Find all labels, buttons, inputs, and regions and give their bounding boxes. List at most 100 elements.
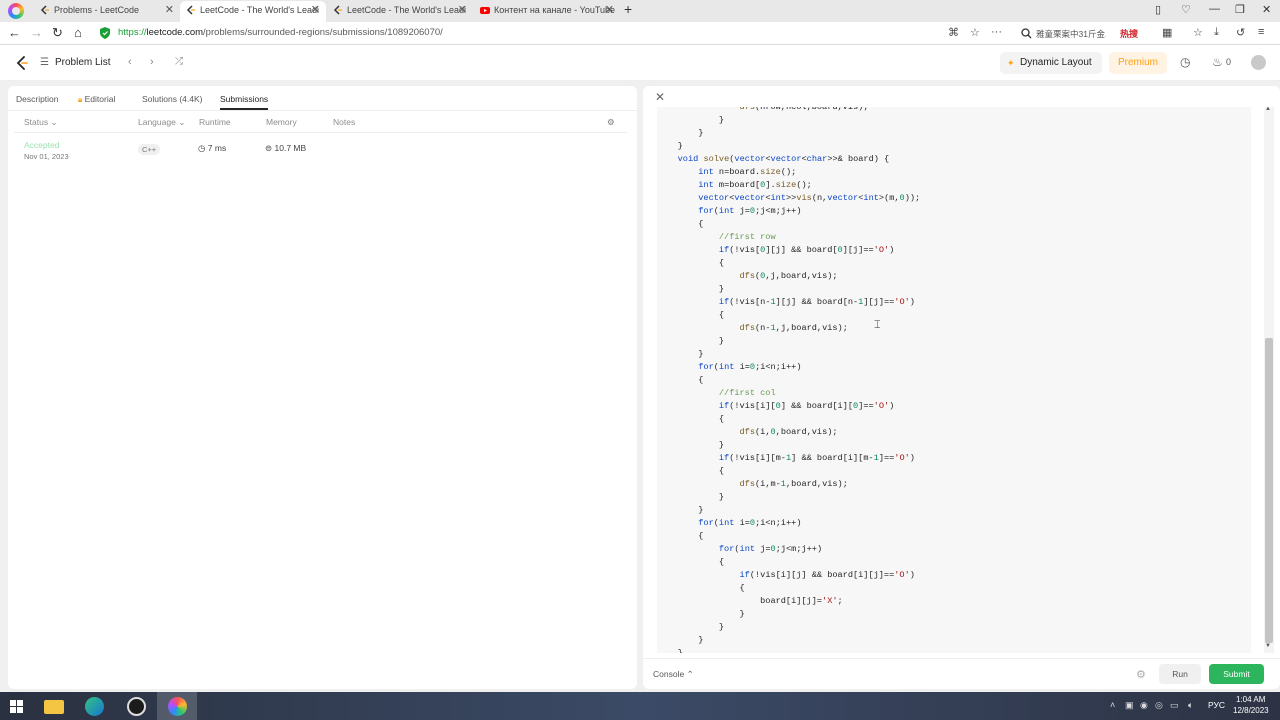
browser-tab-strip: Problems - LeetCode ✕ LeetCode - The Wor… [0,0,1280,22]
problem-list-button[interactable]: ☰ Problem List [40,57,111,68]
close-window-button[interactable]: ✕ [1262,3,1271,16]
lock-icon: 🔒︎ [78,95,83,104]
taskbar: ˄ ▣ ◉ ◎ ▭ 🔈︎ РУС 1:04 AM 12/8/2023 [0,692,1280,720]
clock-icon: ◷ [198,143,206,153]
chevron-down-icon: ⌄ [178,117,186,127]
close-tab-icon[interactable]: ✕ [605,1,614,20]
volume-icon[interactable]: 🔈︎ [1188,700,1193,711]
back-icon[interactable]: ← [8,25,21,40]
panel-splitter[interactable] [638,86,642,689]
close-icon[interactable]: ✕ [655,90,665,104]
browser-tab-leetcode[interactable]: LeetCode - The World's Leadi ✕ [327,1,473,22]
undo-icon[interactable]: ↺ [1236,26,1245,39]
dynamic-layout-button[interactable]: ✦ Dynamic Layout [1000,52,1102,74]
clock-date[interactable]: 12/8/2023 [1233,706,1269,715]
restore-button[interactable]: ❐ [1235,3,1245,16]
menu-icon[interactable]: ≡ [1258,26,1264,38]
shuffle-icon[interactable]: ⤮ [175,56,183,67]
leetcode-favicon-icon [40,5,49,15]
tab-title: Problems - LeetCode [54,5,140,15]
more-icon[interactable]: ··· [991,26,1002,38]
tab-description[interactable]: Description [16,94,59,104]
language-column-header[interactable]: Language ⌄ [138,117,185,128]
file-explorer-icon[interactable] [34,692,74,720]
close-tab-icon[interactable]: ✕ [458,1,467,20]
close-tab-icon[interactable]: ✕ [311,1,320,20]
tray-browser-icon[interactable]: ◎ [1155,700,1163,711]
memory-column-header: Memory [266,117,297,127]
address-bar: ← → ↻ ⌂ https://leetcode.com/problems/su… [0,22,1280,45]
leetcode-header: ☰ Problem List ‹ › ⤮ ✦ Dynamic Layout Pre… [0,45,1280,81]
browser-logo-icon[interactable] [8,3,24,19]
tshirt-icon[interactable]: ♡ [1181,3,1191,16]
tab-submissions[interactable]: Submissions [220,94,268,104]
tab-title: LeetCode - The World's Leadi [347,5,466,15]
sidebar-icon[interactable]: ▯ [1155,3,1161,16]
language-badge: C++ [138,144,161,155]
forward-icon[interactable]: → [30,25,43,40]
translate-icon[interactable]: ⌘ [948,26,959,39]
status-badge[interactable]: Accepted [24,140,59,150]
prev-problem-icon[interactable]: ‹ [128,56,132,68]
url-field[interactable]: https://leetcode.com/problems/surrounded… [118,27,443,38]
star-icon[interactable]: ☆ [970,26,980,39]
submissions-panel: Description 🔒︎ Editorial Solutions (4.4K… [8,86,637,689]
obs-icon[interactable] [116,692,156,720]
chip-icon: ⊜ [265,143,273,153]
clock-time[interactable]: 1:04 AM [1236,695,1265,704]
close-tab-icon[interactable]: ✕ [165,1,174,20]
runtime-value: ◷ 7 ms [198,143,227,153]
tray-chevron-icon[interactable]: ˄ [1110,700,1115,710]
new-tab-button[interactable]: + [624,1,632,17]
leetcode-logo-icon[interactable] [16,56,28,70]
download-icon[interactable]: ⤓ [1214,26,1219,39]
console-button[interactable]: Console ⌃ [653,669,694,680]
shield-icon[interactable] [100,27,110,39]
fire-icon[interactable]: ♨ [1212,55,1223,69]
table-row[interactable]: Accepted Nov 01, 2023 C++ ◷ 7 ms ⊜ 10.7 … [8,133,637,167]
code-editor[interactable]: dfs(nrow,ncol,board,vis); } } } void sol… [657,107,1251,653]
gear-icon[interactable]: ⚙ [1136,668,1146,681]
status-column-header[interactable]: Status ⌄ [24,117,58,128]
network-icon[interactable]: ▭ [1170,700,1179,711]
browser-taskbar-icon[interactable] [157,692,197,720]
tab-title: Контент на канале - YouTube [494,5,616,15]
browser-tab-youtube[interactable]: Контент на канале - YouTube ✕ [474,1,620,22]
search-suggestion[interactable]: 雅童栗案中31斤金... [1036,28,1106,40]
apps-grid-icon[interactable]: ▦ [1162,26,1172,39]
code-content: dfs(nrow,ncol,board,vis); } } } void sol… [677,107,921,653]
language-indicator[interactable]: РУС [1208,700,1225,710]
premium-button[interactable]: Premium [1109,52,1168,74]
minimize-button[interactable]: — [1209,3,1220,15]
code-panel: ✕ dfs(nrow,ncol,board,vis); } } } void s… [643,86,1280,689]
scroll-up-icon[interactable]: ▲ [1265,106,1271,112]
tray-obs-icon[interactable]: ◉ [1140,700,1148,711]
notes-column-header: Notes [333,117,356,127]
scrollbar-thumb[interactable] [1265,338,1273,643]
run-button[interactable]: Run [1159,664,1201,684]
youtube-favicon-icon [480,7,490,14]
search-icon[interactable] [1021,28,1032,39]
scroll-down-icon[interactable]: ▼ [1265,643,1271,649]
runtime-column-header: Runtime [199,117,231,127]
hot-search-label[interactable]: 热搜 [1120,27,1138,40]
favorites-icon[interactable]: ☆ [1193,26,1203,39]
tab-editorial[interactable]: 🔒︎ Editorial [78,94,115,105]
browser-tab-problems[interactable]: Problems - LeetCode ✕ [34,1,180,22]
tab-title: LeetCode - The World's Leadi [200,5,319,15]
browser-tab-active[interactable]: LeetCode - The World's Leadi ✕ [180,1,326,22]
memory-value: ⊜ 10.7 MB [265,143,307,153]
tray-app-icon[interactable]: ▣ [1125,700,1134,711]
home-icon[interactable]: ⌂ [74,25,82,40]
timer-icon[interactable]: ◷ [1180,55,1190,69]
settings-icon[interactable]: ⚙ [607,117,615,128]
editor-footer: Console ⌃ ⚙ Run Submit [643,658,1280,689]
windows-start-icon[interactable] [10,700,23,713]
reload-icon[interactable]: ↻ [52,25,63,41]
streak-count: 0 [1226,57,1232,67]
avatar[interactable] [1251,55,1266,70]
submit-button[interactable]: Submit [1209,664,1264,684]
tab-solutions[interactable]: Solutions (4.4K) [142,94,202,104]
edge-icon[interactable] [75,692,115,720]
next-problem-icon[interactable]: › [150,56,154,68]
